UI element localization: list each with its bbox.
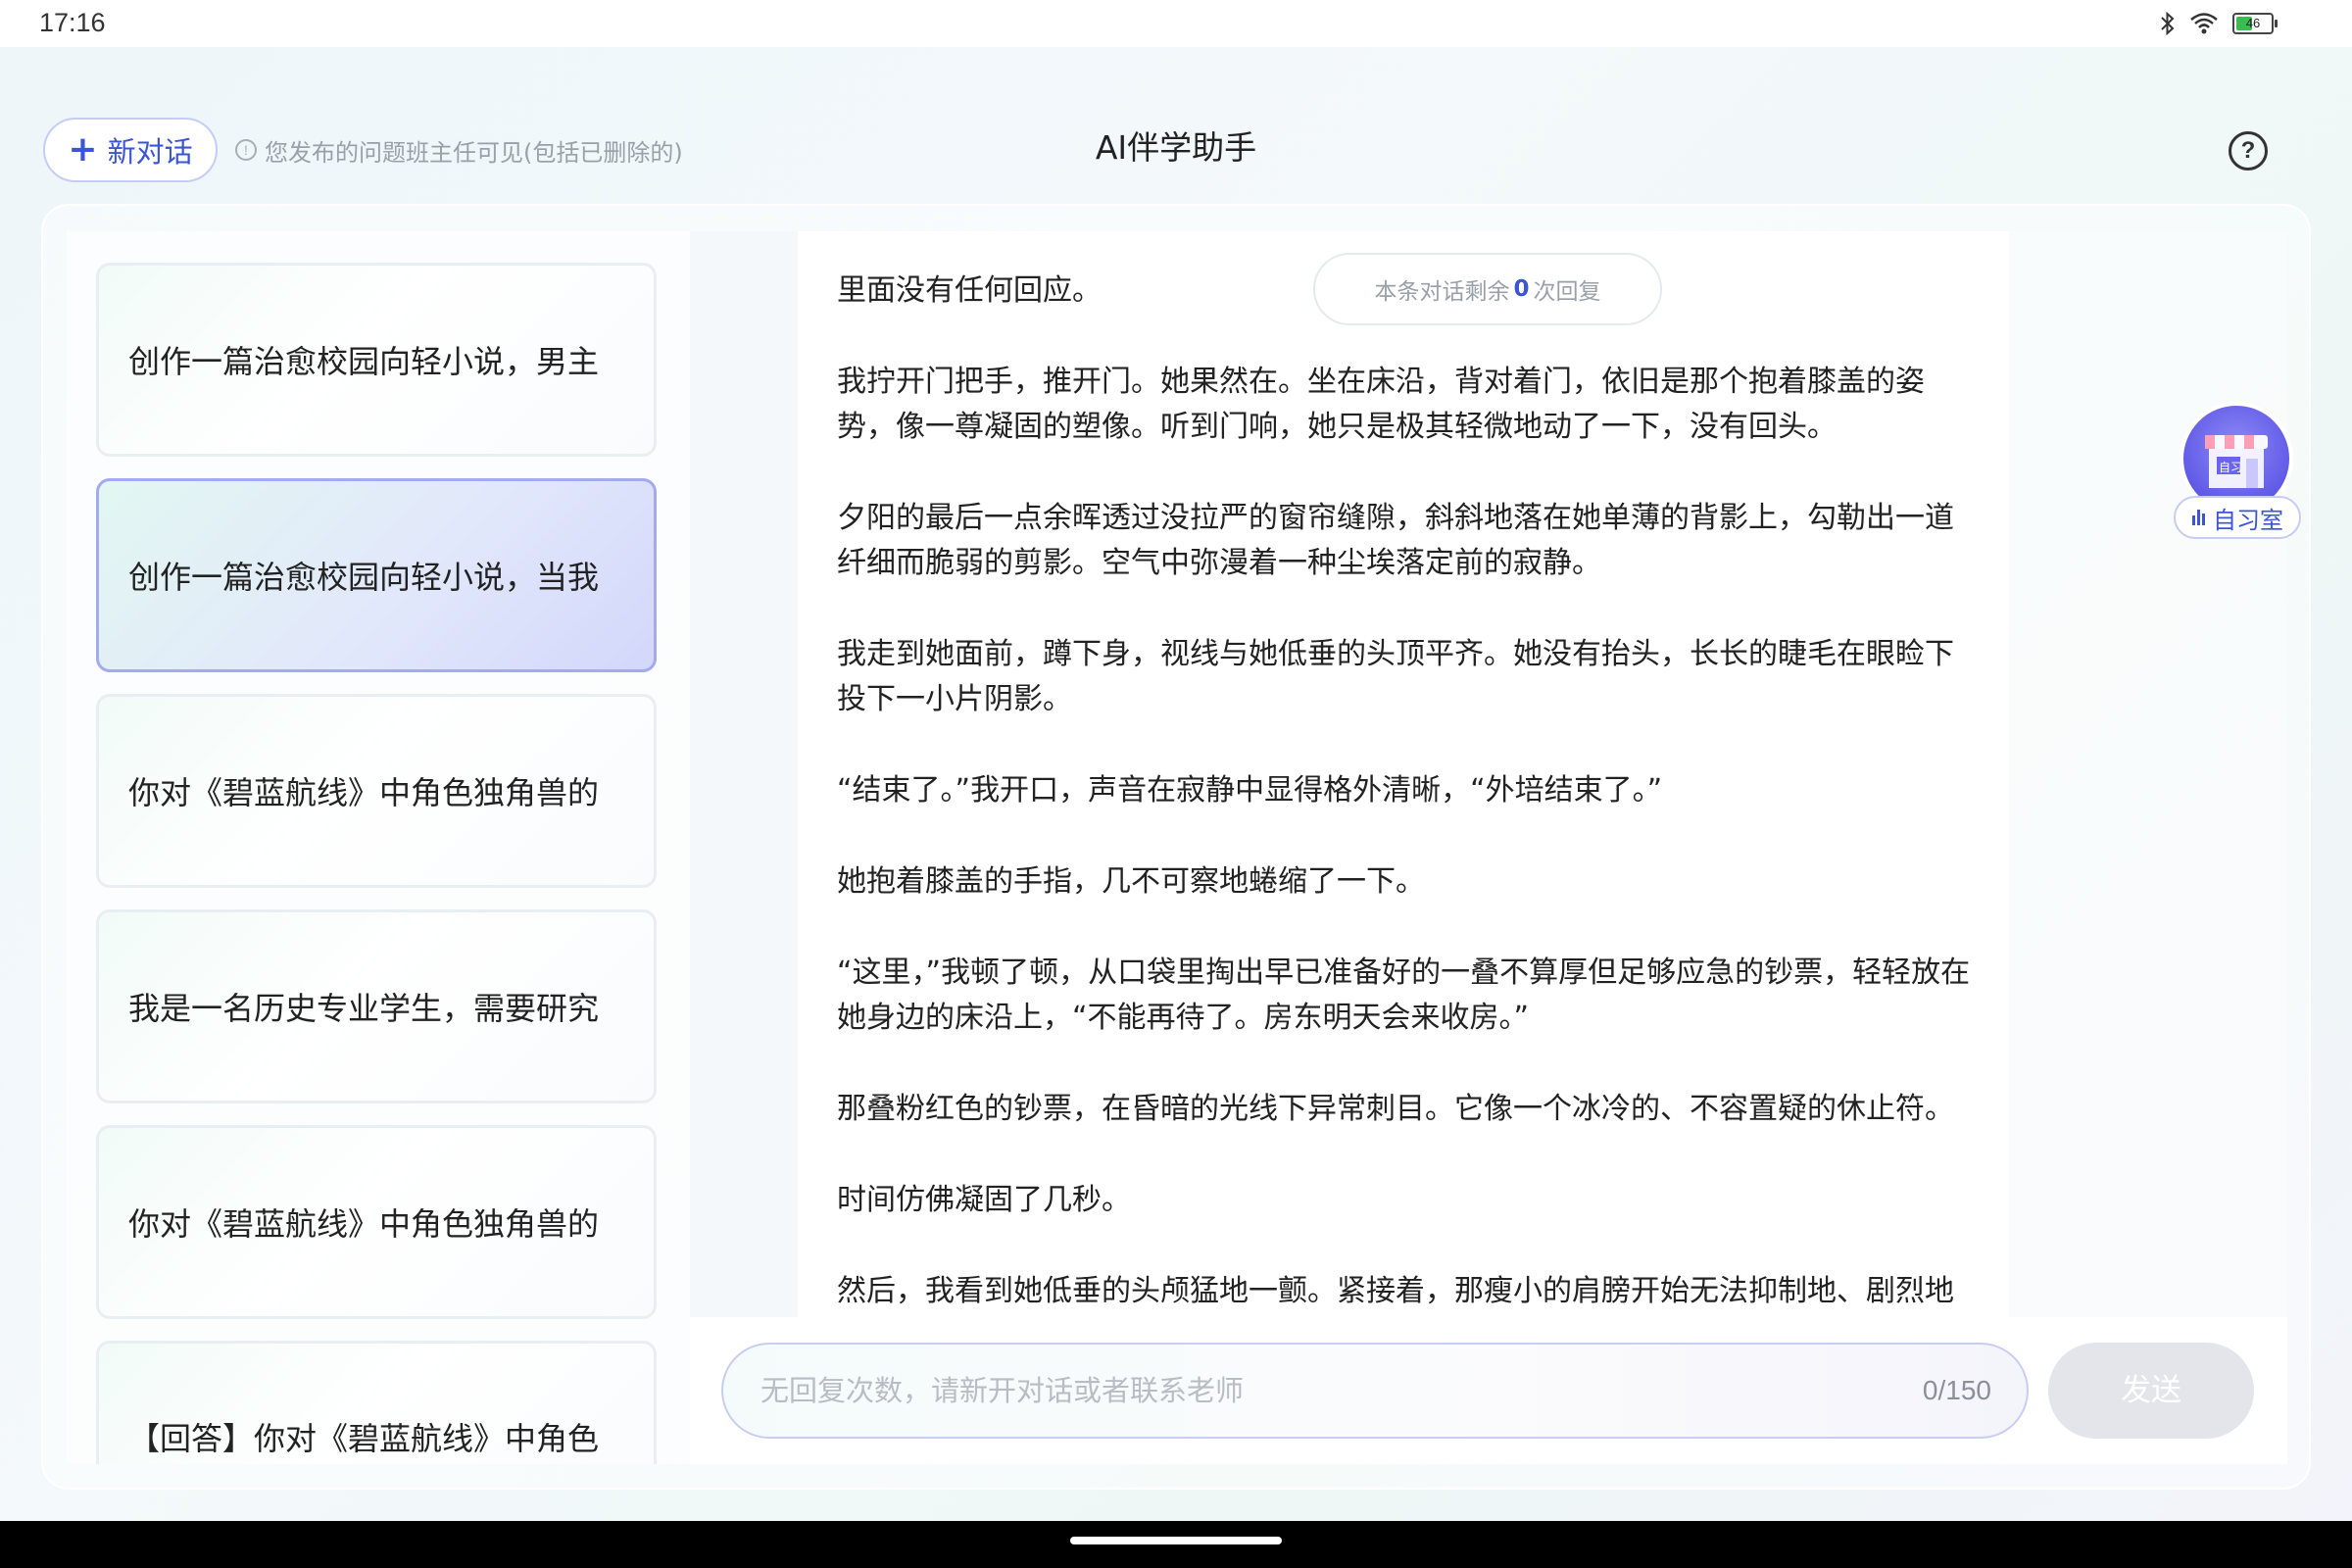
remaining-prefix: 本条对话剩余 — [1374, 279, 1510, 305]
message-paragraph: “结束了。”我开口，声音在寂静中显得格外清晰，“外培结束了。” — [837, 773, 1663, 808]
status-time: 17:16 — [39, 8, 106, 37]
message-paragraph: 她抱着膝盖的手指，几不可察地蜷缩了一下。 — [837, 864, 1425, 899]
chat-message-area[interactable]: 里面没有任何回应。 我拧开门把手，推开门。她果然在。坐在床沿，背对着门，依旧是那… — [798, 231, 2009, 1317]
character-count: 0/150 — [1922, 1375, 1991, 1405]
bar-chart-icon — [2191, 504, 2207, 531]
send-button[interactable]: 发送 — [2048, 1343, 2254, 1439]
message-input-placeholder: 无回复次数，请新开对话或者联系老师 — [760, 1374, 1245, 1407]
page-title: AI伴学助手 — [1095, 128, 1257, 167]
remaining-replies-badge: 本条对话剩余 0 次回复 — [1313, 253, 1662, 325]
help-icon[interactable]: ? — [2229, 131, 2268, 171]
wifi-icon — [2189, 12, 2219, 35]
message-paragraph: 然后，我看到她低垂的头颅猛地一颤。紧接着，那瘦小的肩膀开始无法抑制地、剧烈地 — [837, 1274, 1954, 1308]
remaining-count: 0 — [1513, 276, 1530, 302]
chat-gutter-right — [2009, 231, 2287, 1317]
battery-icon: 46 — [2232, 13, 2278, 34]
remaining-suffix: 次回复 — [1533, 279, 1601, 305]
battery-level: 46 — [2245, 16, 2261, 30]
study-sign-text: 自习 — [2219, 461, 2243, 474]
status-bar: 17:16 46 — [0, 0, 2352, 47]
study-room-label: 自习室 — [2174, 496, 2301, 539]
status-icons: 46 — [2160, 8, 2278, 39]
system-nav-bar — [0, 1521, 2352, 1568]
study-room-text: 自习室 — [2213, 506, 2283, 534]
conversation-item-label: 【回答】你对《碧蓝航线》中角色 — [128, 1420, 600, 1457]
conversation-item-label: 你对《碧蓝航线》中角色独角兽的 — [128, 774, 600, 811]
conversation-item[interactable]: 你对《碧蓝航线》中角色独角兽的 — [96, 694, 657, 888]
bluetooth-icon — [2160, 11, 2176, 36]
conversation-item[interactable]: 我是一名历史专业学生，需要研究 — [96, 909, 657, 1103]
message-paragraph: “这里，”我顿了顿，从口袋里掏出早已准备好的一叠不算厚但足够应急的钞票，轻轻放在… — [837, 956, 1971, 1035]
message-paragraph: 我走到她面前，蹲下身，视线与她低垂的头顶平齐。她没有抬头，长长的睫毛在眼睑下投下… — [837, 637, 1954, 716]
message-paragraph: 夕阳的最后一点余晖透过没拉严的窗帘缝隙，斜斜地落在她单薄的背影上，勾勒出一道纤细… — [837, 501, 1954, 580]
conversation-item-active[interactable]: 创作一篇治愈校园向轻小说，当我 — [96, 478, 657, 672]
study-room-widget[interactable]: 自习 自习室 — [2174, 402, 2301, 545]
message-paragraph: 我拧开门把手，推开门。她果然在。坐在床沿，背对着门，依旧是那个抱着膝盖的姿势，像… — [837, 365, 1925, 444]
message-paragraph: 那叠粉红色的钞票，在昏暗的光线下异常刺目。它像一个冰冷的、不容置疑的休止符。 — [837, 1092, 1954, 1126]
message-input[interactable]: 无回复次数，请新开对话或者联系老师 0/150 — [721, 1343, 2029, 1439]
conversation-item-label: 我是一名历史专业学生，需要研究 — [128, 990, 600, 1027]
conversation-item-label: 创作一篇治愈校园向轻小说，当我 — [128, 559, 600, 596]
chat-gutter-left — [690, 231, 798, 1317]
message-paragraph: 时间仿佛凝固了几秒。 — [837, 1183, 1131, 1217]
conversation-sidebar: 创作一篇治愈校园向轻小说，男主 创作一篇治愈校园向轻小说，当我 你对《碧蓝航线》… — [67, 231, 690, 1464]
conversation-item[interactable]: 【回答】你对《碧蓝航线》中角色 — [96, 1341, 657, 1464]
conversation-item-label: 你对《碧蓝航线》中角色独角兽的 — [128, 1205, 600, 1243]
conversation-item[interactable]: 你对《碧蓝航线》中角色独角兽的 — [96, 1125, 657, 1319]
conversation-item[interactable]: 创作一篇治愈校园向轻小说，男主 — [96, 263, 657, 457]
assistant-message: 里面没有任何回应。 我拧开门把手，推开门。她果然在。坐在床沿，背对着门，依旧是那… — [837, 269, 1974, 1317]
home-indicator[interactable] — [1070, 1537, 1282, 1544]
conversation-item-label: 创作一篇治愈校园向轻小说，男主 — [128, 343, 600, 380]
